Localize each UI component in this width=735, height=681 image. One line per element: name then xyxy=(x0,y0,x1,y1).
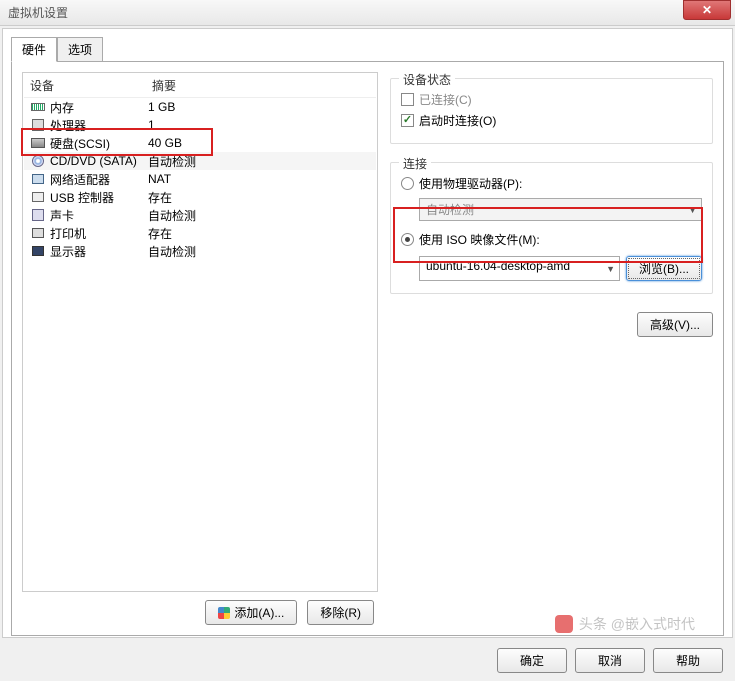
device-summary: 存在 xyxy=(148,225,370,242)
device-summary: 存在 xyxy=(148,189,370,206)
advanced-button[interactable]: 高级(V)... xyxy=(637,312,713,337)
ok-button[interactable]: 确定 xyxy=(497,648,567,673)
status-group: 设备状态 已连接(C) 启动时连接(O) xyxy=(390,78,713,144)
physical-value: 自动检测 xyxy=(426,203,474,217)
physical-label: 使用物理驱动器(P): xyxy=(419,175,522,192)
hardware-buttons: 添加(A)... 移除(R) xyxy=(22,592,378,625)
remove-button[interactable]: 移除(R) xyxy=(307,600,374,625)
titlebar: 虚拟机设置 ✕ xyxy=(0,0,735,26)
row-cddvd[interactable]: CD/DVD (SATA) 自动检测 xyxy=(24,152,376,170)
list-header: 设备 摘要 xyxy=(24,74,376,98)
tab-options[interactable]: 选项 xyxy=(57,37,103,62)
device-summary: 1 GB xyxy=(148,100,370,114)
mem-icon xyxy=(30,100,46,114)
help-button[interactable]: 帮助 xyxy=(653,648,723,673)
connected-row[interactable]: 已连接(C) xyxy=(401,89,702,110)
window-title: 虚拟机设置 xyxy=(4,4,68,21)
device-summary: NAT xyxy=(148,172,370,186)
device-label: 打印机 xyxy=(50,225,86,242)
row-network[interactable]: 网络适配器 NAT xyxy=(24,170,376,188)
device-label: 声卡 xyxy=(50,207,74,224)
physical-radio[interactable] xyxy=(401,177,414,190)
net-icon xyxy=(30,172,46,186)
usb-icon xyxy=(30,190,46,204)
settings-panel: 设备状态 已连接(C) 启动时连接(O) 连接 使用物理驱动器(P): 自动检测… xyxy=(390,72,713,625)
watermark-icon xyxy=(555,615,573,633)
tabstrip: 硬件 选项 xyxy=(11,37,724,62)
tab-content: 设备 摘要 内存 1 GB 处理器 1 硬盘(SCSI) 40 GB CD/DV… xyxy=(11,61,724,636)
physical-drive-row[interactable]: 使用物理驱动器(P): xyxy=(401,173,702,194)
hardware-panel: 设备 摘要 内存 1 GB 处理器 1 硬盘(SCSI) 40 GB CD/DV… xyxy=(22,72,378,625)
device-label: CD/DVD (SATA) xyxy=(50,154,137,168)
device-summary: 40 GB xyxy=(148,136,370,150)
prn-icon xyxy=(30,226,46,240)
iso-label: 使用 ISO 映像文件(M): xyxy=(419,231,540,248)
add-button[interactable]: 添加(A)... xyxy=(205,600,297,625)
snd-icon xyxy=(30,208,46,222)
device-label: 显示器 xyxy=(50,243,86,260)
browse-button[interactable]: 浏览(B)... xyxy=(626,256,702,281)
row-printer[interactable]: 打印机 存在 xyxy=(24,224,376,242)
cd-icon xyxy=(30,154,46,168)
add-label: 添加(A)... xyxy=(234,604,284,621)
advanced-row: 高级(V)... xyxy=(390,312,713,337)
iso-combo[interactable]: ubuntu-16.04-desktop-amd ▼ xyxy=(419,256,620,281)
disp-icon xyxy=(30,244,46,258)
connection-group: 连接 使用物理驱动器(P): 自动检测▼ 使用 ISO 映像文件(M): ubu… xyxy=(390,162,713,294)
row-display[interactable]: 显示器 自动检测 xyxy=(24,242,376,260)
connected-checkbox[interactable] xyxy=(401,93,414,106)
header-summary: 摘要 xyxy=(152,77,370,94)
device-summary: 自动检测 xyxy=(148,243,370,260)
cpu-icon xyxy=(30,118,46,132)
header-device: 设备 xyxy=(30,77,152,94)
watermark: 头条 @嵌入式时代 xyxy=(555,614,695,634)
physical-drive-combo: 自动检测 ▼ xyxy=(419,198,702,221)
row-sound[interactable]: 声卡 自动检测 xyxy=(24,206,376,224)
device-label: USB 控制器 xyxy=(50,189,114,206)
connection-group-title: 连接 xyxy=(399,155,431,172)
row-usb[interactable]: USB 控制器 存在 xyxy=(24,188,376,206)
dialog-body: 硬件 选项 设备 摘要 内存 1 GB 处理器 1 硬盘(SCSI) xyxy=(2,28,733,638)
iso-value: ubuntu-16.04-desktop-amd xyxy=(426,259,570,273)
row-hdd[interactable]: 硬盘(SCSI) 40 GB xyxy=(24,134,376,152)
status-group-title: 设备状态 xyxy=(399,71,455,88)
watermark-text: 头条 @嵌入式时代 xyxy=(579,614,695,634)
device-summary: 1 xyxy=(148,118,370,132)
device-label: 网络适配器 xyxy=(50,171,110,188)
device-label: 内存 xyxy=(50,99,74,116)
device-label: 硬盘(SCSI) xyxy=(50,135,110,152)
connect-on-power-label: 启动时连接(O) xyxy=(419,112,496,129)
dialog-footer: 确定 取消 帮助 xyxy=(0,640,735,681)
connect-on-power-checkbox[interactable] xyxy=(401,114,414,127)
row-memory[interactable]: 内存 1 GB xyxy=(24,98,376,116)
device-label: 处理器 xyxy=(50,117,86,134)
device-summary: 自动检测 xyxy=(148,153,370,170)
hdd-icon xyxy=(30,136,46,150)
hardware-list: 设备 摘要 内存 1 GB 处理器 1 硬盘(SCSI) 40 GB CD/DV… xyxy=(22,72,378,592)
connected-label: 已连接(C) xyxy=(419,91,472,108)
chevron-down-icon[interactable]: ▼ xyxy=(606,264,615,274)
close-button[interactable]: ✕ xyxy=(683,0,731,20)
shield-icon xyxy=(218,607,230,619)
connect-on-power-row[interactable]: 启动时连接(O) xyxy=(401,110,702,131)
tab-hardware[interactable]: 硬件 xyxy=(11,37,57,62)
device-summary: 自动检测 xyxy=(148,207,370,224)
iso-row[interactable]: 使用 ISO 映像文件(M): xyxy=(401,229,702,250)
chevron-down-icon: ▼ xyxy=(688,205,697,215)
iso-path-row: ubuntu-16.04-desktop-amd ▼ 浏览(B)... xyxy=(419,256,702,281)
row-cpu[interactable]: 处理器 1 xyxy=(24,116,376,134)
iso-radio[interactable] xyxy=(401,233,414,246)
cancel-button[interactable]: 取消 xyxy=(575,648,645,673)
